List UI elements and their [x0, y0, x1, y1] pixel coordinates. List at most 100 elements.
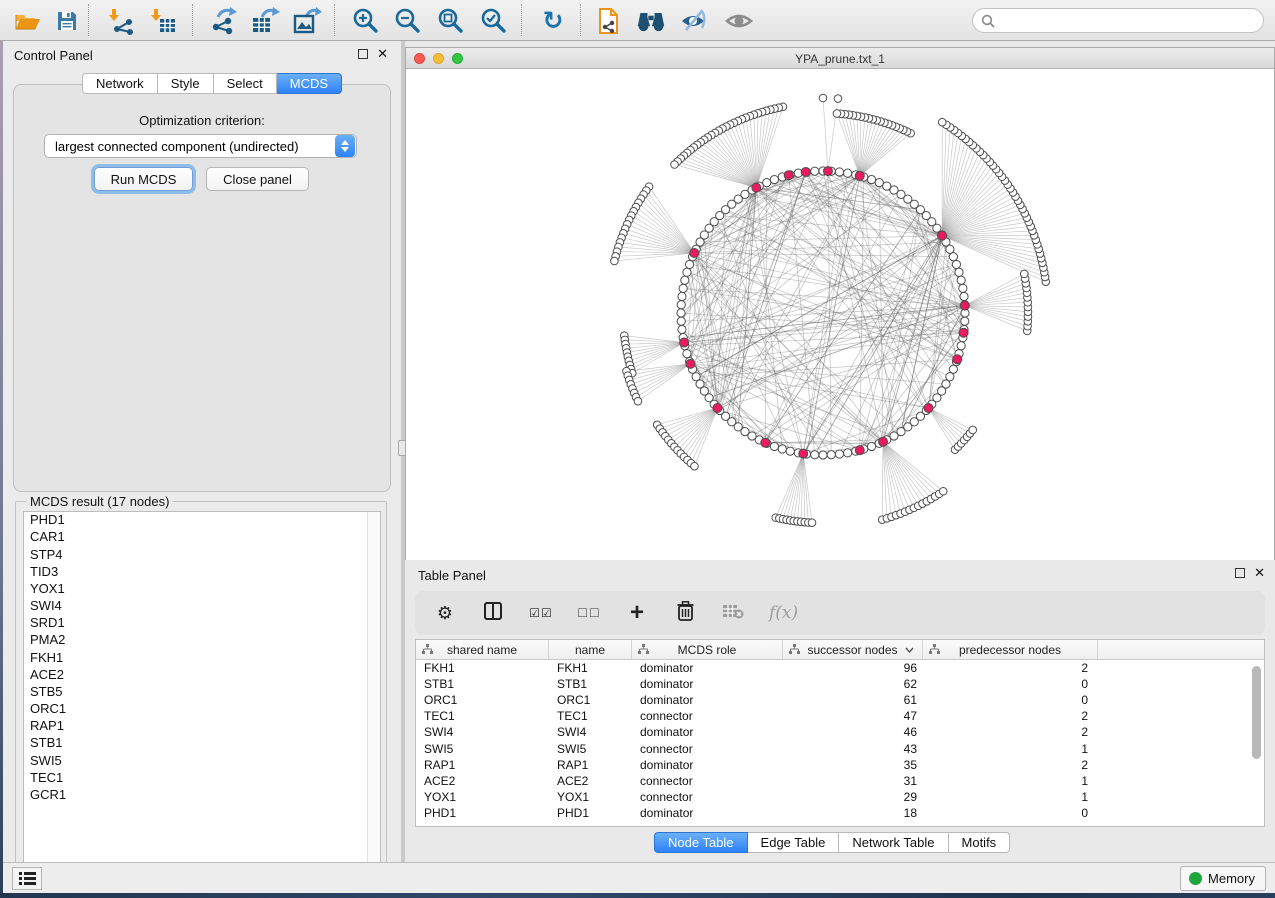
network-hub-node[interactable]	[823, 167, 832, 176]
network-hub-node[interactable]	[855, 446, 864, 455]
network-leaf-node[interactable]	[833, 110, 841, 118]
table-cell[interactable]: connector	[632, 774, 783, 788]
network-hub-node[interactable]	[960, 301, 969, 310]
table-cell[interactable]: dominator	[632, 806, 783, 820]
float-table-panel-icon[interactable]	[1235, 568, 1245, 578]
network-overview-button[interactable]	[636, 6, 666, 36]
save-session-button[interactable]	[52, 6, 82, 36]
network-ring-node[interactable]	[678, 292, 686, 300]
network-ring-node[interactable]	[949, 253, 957, 261]
network-canvas[interactable]	[406, 70, 1274, 560]
import-table-button[interactable]	[148, 6, 178, 36]
criterion-dropdown[interactable]: largest connected component (undirected)	[44, 134, 357, 158]
network-ring-node[interactable]	[827, 451, 835, 459]
mcds-result-item[interactable]: PMA2	[24, 632, 380, 649]
tab-select[interactable]: Select	[214, 73, 277, 94]
network-hub-node[interactable]	[690, 248, 699, 257]
close-panel-button[interactable]: Close panel	[206, 167, 309, 191]
table-cell[interactable]: TEC1	[416, 709, 549, 723]
network-hub-node[interactable]	[924, 404, 933, 413]
table-cell[interactable]: TEC1	[549, 709, 632, 723]
table-cell[interactable]: 1	[923, 774, 1098, 788]
mcds-result-item[interactable]: YOX1	[24, 581, 380, 598]
network-ring-node[interactable]	[770, 175, 778, 183]
network-ring-node[interactable]	[763, 179, 771, 187]
table-cell[interactable]: 2	[923, 758, 1098, 772]
tab-node-table[interactable]: Node Table	[654, 832, 748, 853]
table-cell[interactable]: SWI5	[416, 742, 549, 756]
table-cell[interactable]: connector	[632, 790, 783, 804]
table-cell[interactable]: dominator	[632, 758, 783, 772]
network-leaf-node[interactable]	[634, 397, 642, 405]
network-hub-node[interactable]	[799, 449, 808, 458]
table-row[interactable]: PHD1PHD1dominator180	[416, 805, 1264, 821]
network-ring-node[interactable]	[835, 450, 843, 458]
zoom-out-button[interactable]	[393, 6, 423, 36]
table-cell[interactable]: ACE2	[416, 774, 549, 788]
tab-edge-table[interactable]: Edge Table	[748, 832, 840, 853]
table-cell[interactable]: SWI4	[416, 725, 549, 739]
mcds-result-item[interactable]: FKH1	[24, 649, 380, 666]
node-table[interactable]: shared namenameMCDS rolesuccessor nodesp…	[415, 639, 1265, 827]
network-ring-node[interactable]	[955, 268, 963, 276]
network-hub-node[interactable]	[686, 359, 695, 368]
network-ring-node[interactable]	[867, 175, 875, 183]
table-cell[interactable]: ACE2	[549, 774, 632, 788]
tab-motifs[interactable]: Motifs	[949, 832, 1011, 853]
table-cell[interactable]: 0	[923, 677, 1098, 691]
table-cell[interactable]: SWI4	[549, 725, 632, 739]
network-ring-node[interactable]	[677, 309, 685, 317]
network-ring-node[interactable]	[844, 449, 852, 457]
table-cell[interactable]: ORC1	[416, 693, 549, 707]
show-columns-icon[interactable]	[481, 601, 505, 626]
mcds-result-item[interactable]: SWI5	[24, 752, 380, 769]
table-cell[interactable]: FKH1	[416, 661, 549, 675]
table-row[interactable]: RAP1RAP1dominator352	[416, 757, 1264, 773]
network-leaf-node[interactable]	[808, 519, 816, 527]
table-cell[interactable]: PHD1	[549, 806, 632, 820]
table-cell[interactable]: 43	[783, 742, 923, 756]
table-cell[interactable]: connector	[632, 742, 783, 756]
network-ring-node[interactable]	[811, 451, 819, 459]
network-hub-node[interactable]	[959, 328, 968, 337]
table-cell[interactable]: 46	[783, 725, 923, 739]
network-ring-node[interactable]	[946, 373, 954, 381]
mcds-result-item[interactable]: SRD1	[24, 615, 380, 632]
table-scrollbar-thumb[interactable]	[1252, 666, 1261, 759]
table-row[interactable]: SWI4SWI4dominator462	[416, 724, 1264, 740]
network-leaf-node[interactable]	[939, 487, 947, 495]
table-cell[interactable]: 1	[923, 742, 1098, 756]
zoom-selected-button[interactable]	[479, 6, 509, 36]
close-table-panel-icon[interactable]: ✕	[1254, 566, 1265, 579]
table-cell[interactable]: dominator	[632, 677, 783, 691]
network-ring-node[interactable]	[949, 365, 957, 373]
mcds-result-item[interactable]: TID3	[24, 564, 380, 581]
network-leaf-node[interactable]	[938, 118, 946, 126]
network-ring-node[interactable]	[957, 342, 965, 350]
zoom-fit-button[interactable]	[436, 6, 466, 36]
network-leaf-node[interactable]	[611, 257, 619, 265]
task-history-button[interactable]	[12, 867, 42, 890]
mcds-result-item[interactable]: PHD1	[24, 512, 380, 529]
mcds-result-item[interactable]: SWI4	[24, 598, 380, 615]
table-cell[interactable]: RAP1	[416, 758, 549, 772]
mcds-result-item[interactable]: STB1	[24, 735, 380, 752]
refresh-view-button[interactable]: ↻	[538, 6, 568, 36]
table-row[interactable]: ORC1ORC1dominator610	[416, 692, 1264, 708]
table-cell[interactable]: dominator	[632, 693, 783, 707]
network-ring-node[interactable]	[678, 325, 686, 333]
zoom-in-button[interactable]	[351, 6, 381, 36]
table-row[interactable]: YOX1YOX1connector291	[416, 789, 1264, 805]
network-hub-node[interactable]	[801, 168, 810, 177]
clone-network-button[interactable]	[594, 6, 624, 36]
table-cell[interactable]: 0	[923, 806, 1098, 820]
export-table-button[interactable]	[250, 6, 280, 36]
network-ring-node[interactable]	[844, 169, 852, 177]
mcds-result-item[interactable]: GCR1	[24, 787, 380, 804]
mcds-list-scrollbar[interactable]	[367, 512, 380, 870]
network-ring-node[interactable]	[811, 167, 819, 175]
table-cell[interactable]: 61	[783, 693, 923, 707]
add-column-icon[interactable]: +	[625, 599, 649, 627]
table-cell[interactable]: 2	[923, 725, 1098, 739]
tab-network-table[interactable]: Network Table	[839, 832, 948, 853]
